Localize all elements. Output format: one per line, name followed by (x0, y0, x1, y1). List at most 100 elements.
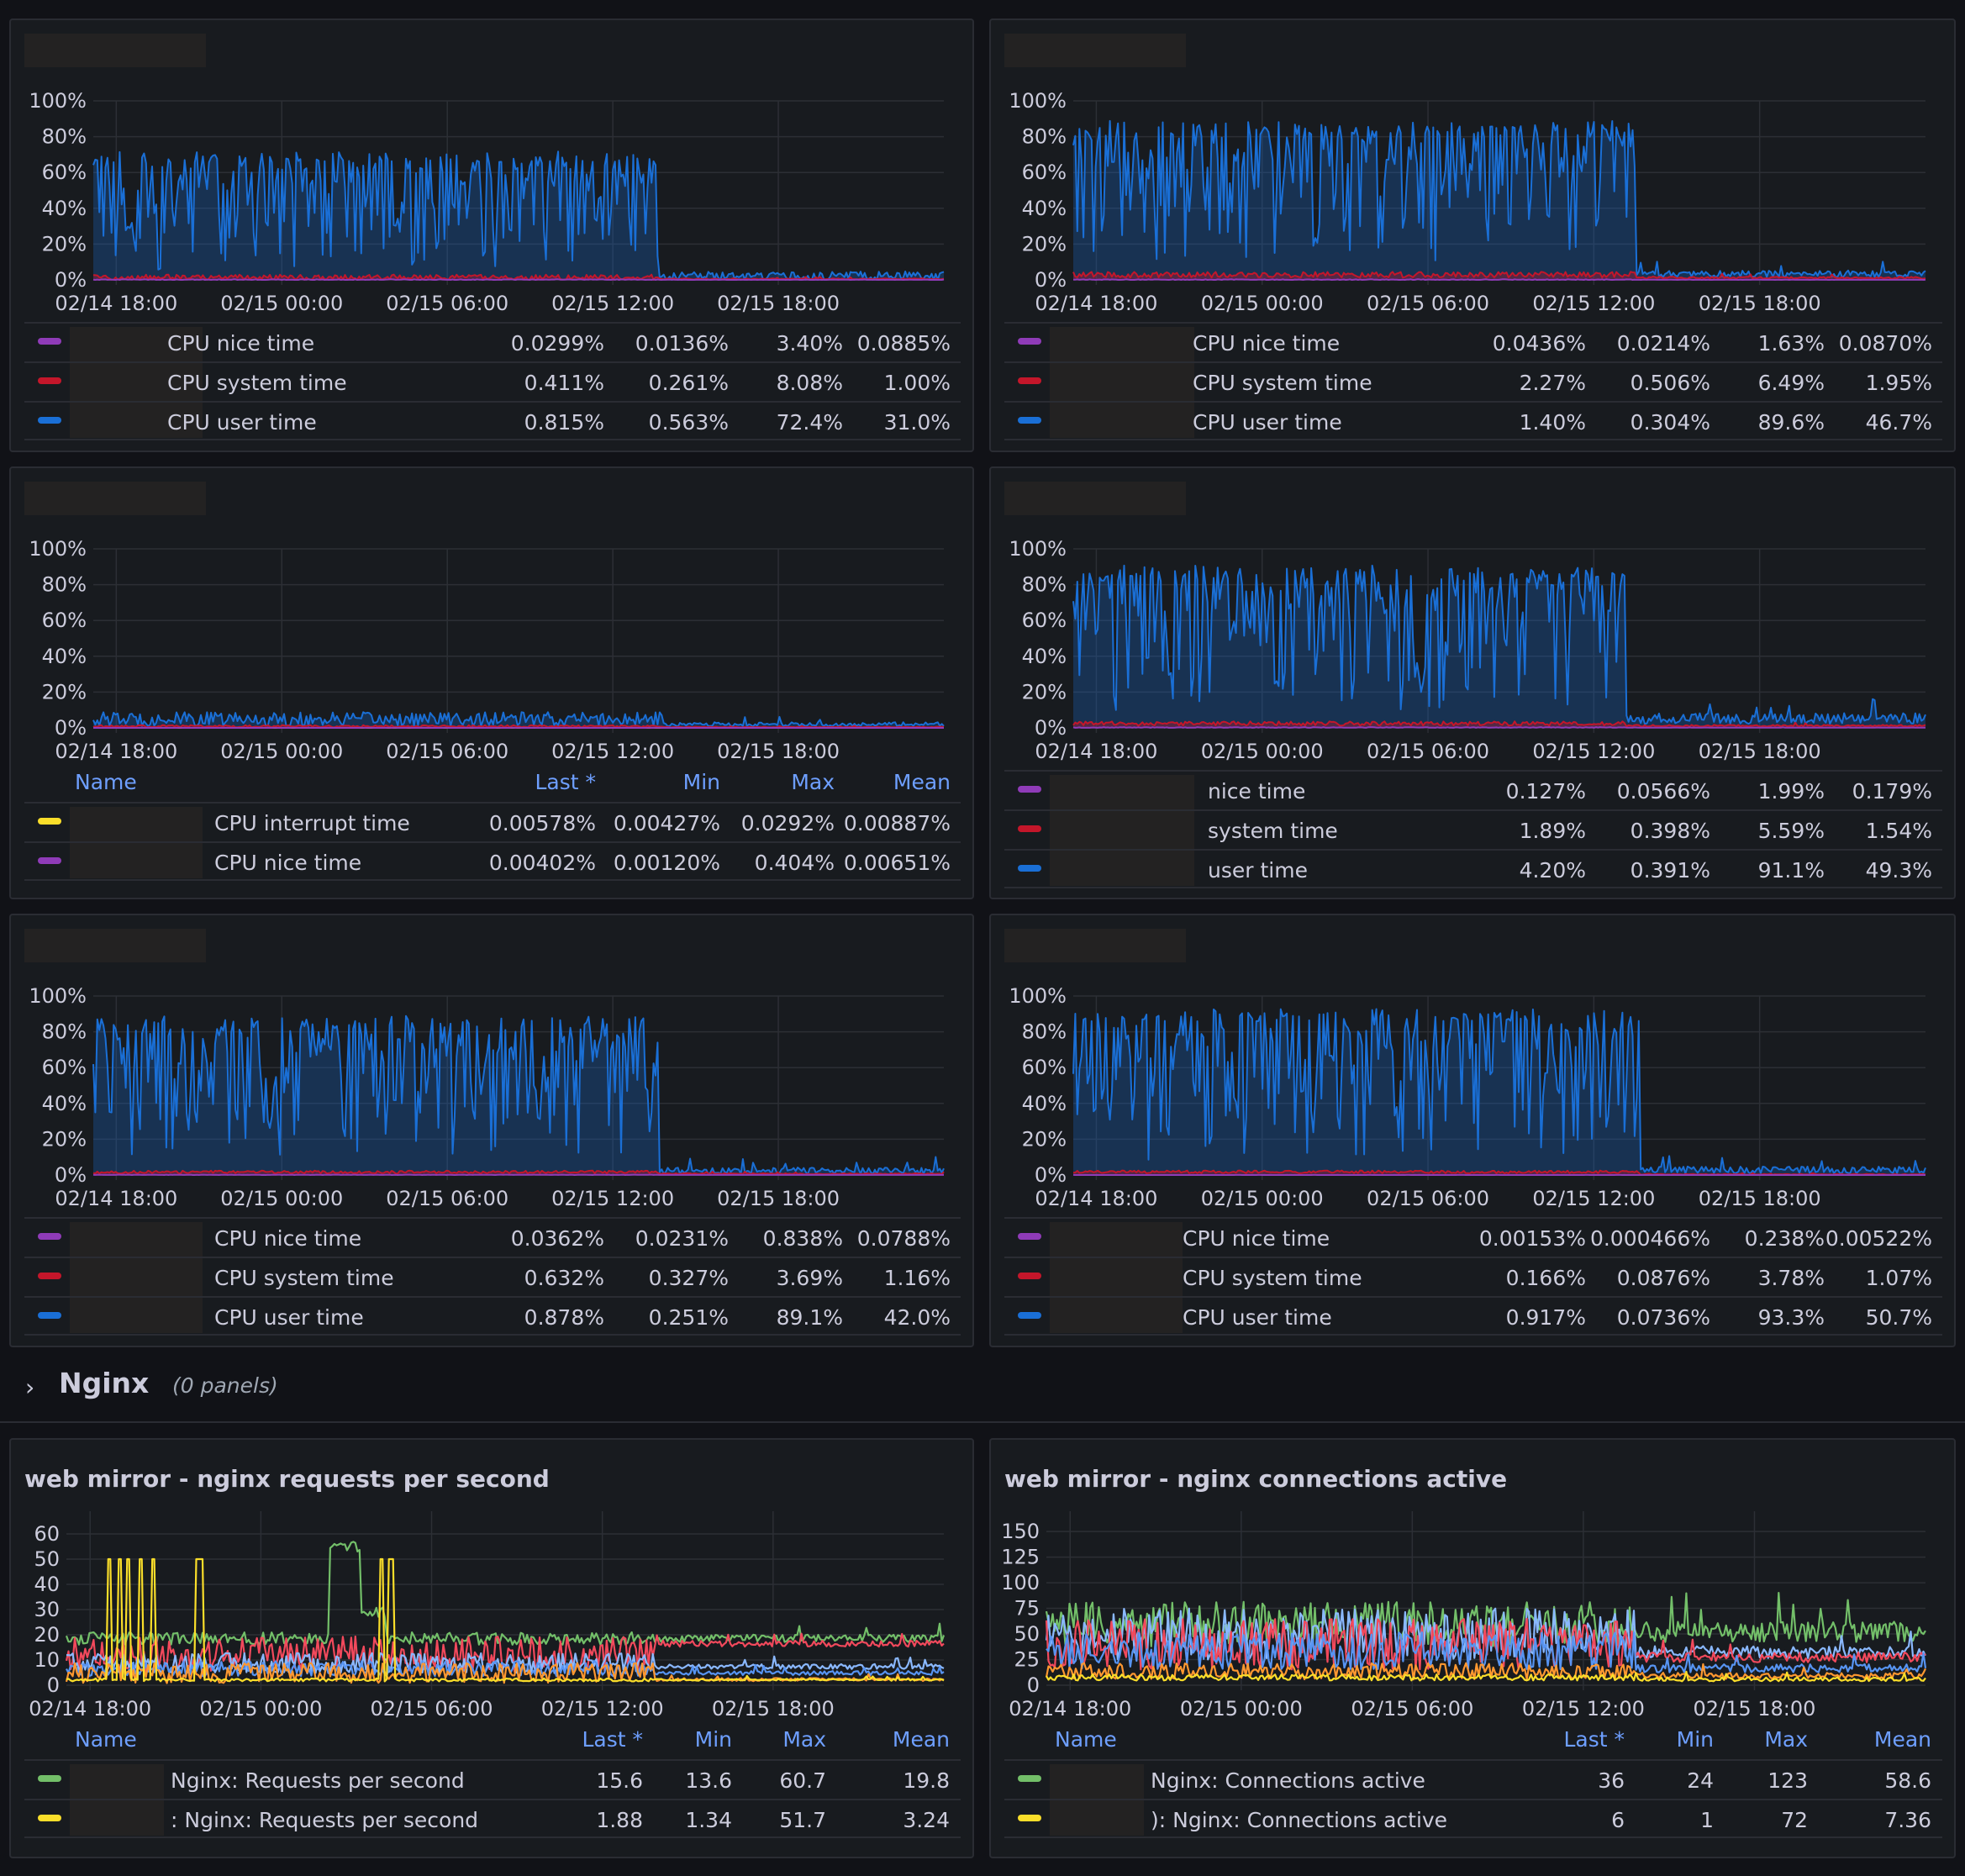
series-color-swatch[interactable] (1018, 1312, 1041, 1319)
legend-row[interactable]: CPU nice time 0.0362% 0.0231% 0.838% 0.0788% (24, 1217, 961, 1262)
chart-cpu-6[interactable]: 0% 20% 40% 60% 80% 100% 02/14 18:00 02/15 00:00… (991, 915, 1954, 1235)
legend-header-last[interactable]: Last * (535, 770, 596, 794)
series-color-swatch[interactable] (1018, 1233, 1041, 1240)
legend-row[interactable]: CPU nice time 0.00153% 0.000466% 0.238% 0.00… (1004, 1217, 1942, 1262)
legend-row[interactable]: CPU user time 0.815% 0.563% 72.4% 31.0% (24, 401, 961, 440)
legend-row[interactable]: CPU nice time 0.00402% 0.00120% 0.404% 0.006… (24, 841, 961, 881)
series-color-swatch[interactable] (38, 818, 61, 825)
legend-header-mean[interactable]: Mean (893, 770, 951, 794)
legend-row[interactable]: CPU nice time 0.0299% 0.0136% 3.40% 0.0885% (24, 322, 961, 366)
series-color-swatch[interactable] (38, 1815, 61, 1821)
cpu-panel-4[interactable]: 0% 20% 40% 60% 80% 100% 02/14 18:00 02/15 00:00… (989, 466, 1956, 899)
series-name[interactable]: CPU nice time (1183, 1226, 1330, 1251)
series-name[interactable]: CPU system time (214, 1266, 394, 1290)
series-name[interactable]: CPU nice time (1193, 331, 1340, 356)
legend-row[interactable]: nice time 0.127% 0.0566% 1.99% 0.179% (1004, 770, 1942, 814)
series-color-swatch[interactable] (38, 857, 61, 864)
legend-header-mean[interactable]: Mean (1874, 1727, 1931, 1752)
legend-row[interactable]: ): Nginx: Connections active 6 1 72 7.36 (1004, 1799, 1942, 1838)
series-name[interactable]: CPU nice time (214, 1226, 361, 1251)
series-name[interactable]: CPU nice time (167, 331, 314, 356)
chart-cpu-2[interactable]: 0% 20% 40% 60% 80% 100% 02/14 18:00 02/15 00:00… (991, 20, 1954, 340)
series-name[interactable]: CPU system time (1193, 371, 1372, 395)
chart-cpu-4[interactable]: 0% 20% 40% 60% 80% 100% 02/14 18:00 02/15 00:00… (991, 468, 1954, 788)
series-name[interactable]: CPU user time (1193, 410, 1342, 435)
cpu-panel-6[interactable]: 0% 20% 40% 60% 80% 100% 02/14 18:00 02/15 00:00… (989, 914, 1956, 1347)
series-line[interactable] (1072, 726, 1926, 729)
legend-row[interactable]: CPU system time 0.632% 0.327% 3.69% 1.16% (24, 1257, 961, 1301)
chart-nginx-conn[interactable]: 0255075 100125 150 02/14 18:00 02/15 00:00 02… (991, 1440, 1954, 1759)
series-color-swatch[interactable] (1018, 786, 1041, 793)
series-color-swatch[interactable] (38, 1233, 61, 1240)
series-name[interactable]: CPU user time (214, 1305, 364, 1330)
series-color-swatch[interactable] (1018, 825, 1041, 832)
nginx-row-header[interactable]: › Nginx (0 panels) (0, 1358, 1965, 1423)
series-name[interactable]: CPU user time (1183, 1305, 1332, 1330)
legend-header-min[interactable]: Min (1677, 1727, 1714, 1752)
legend-header-name[interactable]: Name (75, 770, 137, 794)
legend-row[interactable]: CPU system time 0.411% 0.261% 8.08% 1.00% (24, 361, 961, 406)
series-line[interactable] (65, 1541, 946, 1646)
series-color-swatch[interactable] (38, 338, 61, 345)
series-color-swatch[interactable] (1018, 338, 1041, 345)
series-color-swatch[interactable] (1018, 1273, 1041, 1279)
series-name[interactable]: system time (1208, 819, 1338, 843)
cpu-panel-2[interactable]: 0% 20% 40% 60% 80% 100% 02/14 18:00 02/15 00:00… (989, 18, 1956, 452)
cpu-panel-3[interactable]: 0% 20% 40% 60% 80% 100% 02/14 18:00 02/15 00:00… (9, 466, 974, 899)
legend-header-max[interactable]: Max (1764, 1727, 1808, 1752)
legend-row[interactable]: CPU system time 2.27% 0.506% 6.49% 1.95% (1004, 361, 1942, 406)
series-name[interactable]: ): Nginx: Connections active (1151, 1808, 1447, 1832)
series-color-swatch[interactable] (38, 1312, 61, 1319)
chart-cpu-3[interactable]: 0% 20% 40% 60% 80% 100% 02/14 18:00 02/15 00:00… (11, 468, 972, 788)
cpu-panel-5[interactable]: 0% 20% 40% 60% 80% 100% 02/14 18:00 02/15 00:00… (9, 914, 974, 1347)
series-color-swatch[interactable] (38, 377, 61, 384)
legend-row[interactable]: CPU system time 0.166% 0.0876% 3.78% 1.07% (1004, 1257, 1942, 1301)
legend-row[interactable]: system time 1.89% 0.398% 5.59% 1.54% (1004, 809, 1942, 854)
series-name[interactable]: user time (1208, 858, 1308, 883)
legend-row[interactable]: CPU user time 0.878% 0.251% 89.1% 42.0% (24, 1296, 961, 1336)
series-color-swatch[interactable] (1018, 417, 1041, 424)
series-name[interactable]: CPU user time (167, 410, 317, 435)
legend-row[interactable]: Nginx: Connections active 36 24 123 58.6 (1004, 1759, 1942, 1804)
chevron-right-icon[interactable]: › (25, 1373, 34, 1401)
legend-row[interactable]: CPU user time 1.40% 0.304% 89.6% 46.7% (1004, 401, 1942, 440)
legend-row[interactable]: CPU nice time 0.0436% 0.0214% 1.63% 0.0870% (1004, 322, 1942, 366)
legend-header-max[interactable]: Max (791, 770, 835, 794)
series-name[interactable]: CPU interrupt time (214, 811, 410, 835)
series-color-swatch[interactable] (1018, 377, 1041, 384)
series-name[interactable]: : Nginx: Requests per second (171, 1808, 478, 1832)
legend-header-min[interactable]: Min (695, 1727, 732, 1752)
series-name[interactable]: Nginx: Requests per second (171, 1768, 465, 1793)
legend-header-max[interactable]: Max (782, 1727, 826, 1752)
legend-row[interactable]: : Nginx: Requests per second 1.88 1.34 51.7… (24, 1799, 961, 1838)
legend-row[interactable]: user time 4.20% 0.391% 91.1% 49.3% (1004, 849, 1942, 888)
nginx-connections-panel[interactable]: web mirror - nginx connections active 0 25… (989, 1438, 1956, 1858)
series-color-swatch[interactable] (38, 417, 61, 424)
chart-cpu-5[interactable]: 0% 20% 40% 60% 80% 100% 02/14 18:00 02/15 00:00… (11, 915, 972, 1235)
series-color-swatch[interactable] (1018, 1815, 1041, 1821)
series-color-swatch[interactable] (38, 1273, 61, 1279)
series-line[interactable] (1046, 1670, 1926, 1683)
series-color-swatch[interactable] (1018, 1775, 1041, 1782)
chart-nginx-rps[interactable]: 0102030405060 02/14 18:00 02/15 00:00 02/15… (11, 1440, 972, 1759)
legend-row[interactable]: CPU user time 0.917% 0.0736% 93.3% 50.7% (1004, 1296, 1942, 1336)
series-name[interactable]: nice time (1208, 779, 1305, 804)
cpu-panel-1[interactable]: 0% 20% 40% 60% 80% 100% 02/14 18:00 02/15 00:00… (9, 18, 974, 452)
series-line[interactable] (1073, 278, 1926, 281)
legend-header-last[interactable]: Last * (582, 1727, 643, 1752)
series-line[interactable] (92, 278, 945, 281)
legend-header-min[interactable]: Min (683, 770, 720, 794)
series-color-swatch[interactable] (38, 1775, 61, 1782)
nginx-requests-panel[interactable]: web mirror - nginx requests per second 0 1… (9, 1438, 974, 1858)
legend-header-last[interactable]: Last * (1563, 1727, 1625, 1752)
legend-header-name[interactable]: Name (75, 1727, 137, 1752)
series-name[interactable]: Nginx: Connections active (1151, 1768, 1425, 1793)
legend-row[interactable]: Nginx: Requests per second 15.6 13.6 60.7 19… (24, 1759, 961, 1804)
legend-row[interactable]: CPU interrupt time 0.00578% 0.00427% 0.0292… (24, 802, 961, 846)
chart-cpu-1[interactable]: 0% 20% 40% 60% 80% 100% 02/14 18:00 02/15 00:00… (11, 20, 972, 340)
series-name[interactable]: CPU nice time (214, 851, 361, 875)
series-name[interactable]: CPU system time (1183, 1266, 1362, 1290)
row-title[interactable]: Nginx (59, 1367, 149, 1399)
series-name[interactable]: CPU system time (167, 371, 347, 395)
legend-header-mean[interactable]: Mean (893, 1727, 950, 1752)
